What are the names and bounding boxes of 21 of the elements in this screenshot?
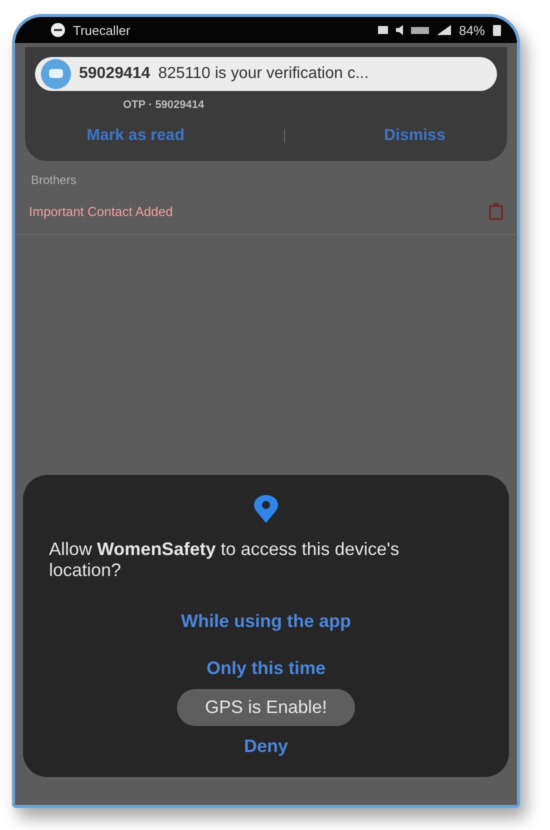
- heads-up-notification[interactable]: 59029414 825110 is your verification c...: [35, 57, 497, 91]
- permission-option[interactable]: While using the app: [171, 605, 361, 638]
- signal-icon: [436, 25, 451, 35]
- section-label: Brothers: [31, 173, 76, 187]
- permission-message: Allow WomenSafety to access this device's location?: [49, 539, 400, 581]
- notification-action[interactable]: Mark as read: [82, 123, 188, 149]
- battery-icon: [493, 24, 501, 36]
- notification-action[interactable]: Dismiss: [380, 123, 450, 149]
- sender-number: 59029414: [79, 65, 150, 83]
- notification-message: 825110 is your verification c...: [158, 65, 369, 83]
- battery-level: 84%: [458, 22, 485, 38]
- toast-message: GPS is Enable!: [176, 689, 356, 726]
- location-pin-icon: [254, 495, 278, 523]
- notification-subtitle: OTP · 59029414: [123, 99, 204, 111]
- permission-option[interactable]: Deny: [234, 730, 298, 763]
- message-icon: [41, 59, 71, 89]
- trash-icon[interactable]: [489, 203, 503, 220]
- mute-icon: [396, 25, 403, 35]
- permission-option[interactable]: Only this time: [196, 652, 336, 685]
- contact-item[interactable]: Important Contact Added: [29, 204, 173, 219]
- app-name: Truecaller: [73, 22, 130, 38]
